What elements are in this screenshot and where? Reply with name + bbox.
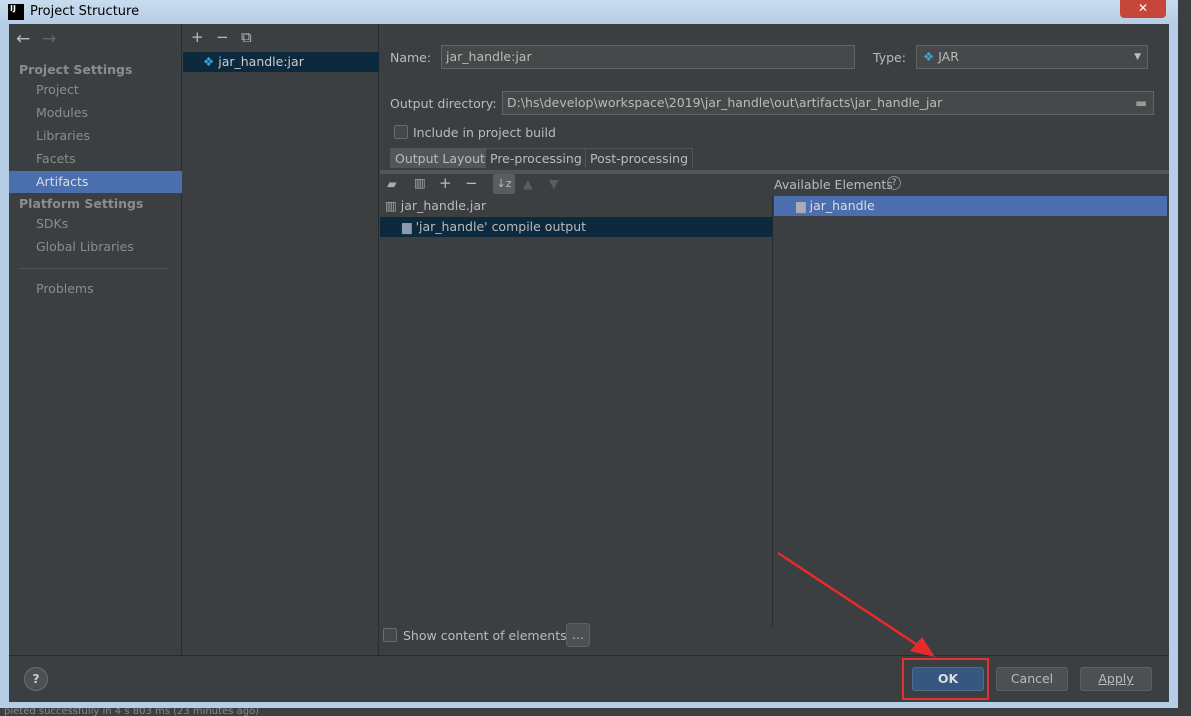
include-in-build-label: Include in project build	[413, 125, 556, 140]
sidebar: ← → Project Settings Project Modules Lib…	[9, 24, 182, 655]
name-label: Name:	[390, 50, 432, 65]
apply-button[interactable]: Apply	[1080, 667, 1152, 691]
sidebar-item-problems[interactable]: Problems	[9, 278, 182, 300]
cancel-button[interactable]: Cancel	[996, 667, 1068, 691]
sidebar-item-artifacts[interactable]: Artifacts	[9, 171, 182, 193]
include-in-build-checkbox[interactable]	[394, 125, 408, 139]
artifact-item[interactable]: ❖ jar_handle:jar	[183, 52, 379, 72]
move-down-icon[interactable]: ▼	[549, 176, 559, 191]
available-item-jar-handle[interactable]: ▆ jar_handle	[774, 196, 1167, 216]
artifacts-panel: + − ⧉ ❖ jar_handle:jar	[183, 24, 379, 655]
back-icon[interactable]: ←	[16, 29, 30, 49]
folder-icon: ▆	[402, 219, 416, 234]
section-platform-settings: Platform Settings	[19, 196, 144, 211]
background-window	[1178, 0, 1191, 716]
type-label: Type:	[873, 50, 906, 65]
sidebar-item-project[interactable]: Project	[9, 79, 182, 101]
close-button[interactable]: ✕	[1120, 0, 1166, 18]
tab-output-layout[interactable]: Output Layout	[390, 148, 490, 168]
new-directory-icon[interactable]: ▰	[387, 176, 397, 191]
title-bar: IJ Project Structure ✕	[0, 0, 1178, 24]
show-content-checkbox[interactable]	[383, 628, 397, 642]
add-copy-icon[interactable]: +	[439, 174, 452, 192]
divider	[19, 268, 167, 269]
add-icon[interactable]: +	[191, 28, 204, 46]
sidebar-item-facets[interactable]: Facets	[9, 148, 182, 170]
remove-icon[interactable]: −	[216, 28, 229, 46]
window-title: Project Structure	[30, 4, 140, 19]
tab-pre-processing[interactable]: Pre-processing	[485, 148, 587, 168]
folder-icon: ▆	[796, 198, 810, 213]
tab-post-processing[interactable]: Post-processing	[585, 148, 694, 168]
name-input[interactable]: jar_handle:jar	[441, 45, 855, 69]
sidebar-item-global-libraries[interactable]: Global Libraries	[9, 236, 182, 258]
sidebar-item-libraries[interactable]: Libraries	[9, 125, 182, 147]
help-circle-icon[interactable]: ?	[887, 176, 901, 190]
sort-icon[interactable]: ↓z	[493, 174, 515, 194]
more-button[interactable]: ...	[566, 623, 590, 647]
status-bar: pleted successfully in 4 s 803 ms (23 mi…	[0, 708, 1191, 716]
jar-icon: ▥	[385, 198, 401, 213]
remove-element-icon[interactable]: −	[465, 174, 478, 192]
forward-icon[interactable]: →	[42, 29, 56, 49]
sidebar-item-sdks[interactable]: SDKs	[9, 213, 182, 235]
jar-icon[interactable]: ▥	[414, 175, 426, 190]
chevron-down-icon: ▼	[1134, 52, 1141, 62]
move-up-icon[interactable]: ▲	[523, 176, 533, 191]
type-select[interactable]: ❖ JAR ▼	[916, 45, 1148, 69]
intellij-icon: IJ	[8, 4, 24, 20]
project-structure-dialog: ← → Project Settings Project Modules Lib…	[9, 24, 1169, 702]
folder-browse-icon[interactable]: ▬	[1135, 92, 1147, 114]
layout-toolbar: ▰ ▥ + − ↓z ▲ ▼ Available Elements ?	[380, 170, 1169, 196]
output-directory-input[interactable]: D:\hs\develop\workspace\2019\jar_handle\…	[502, 91, 1154, 115]
available-elements-label: Available Elements	[774, 177, 893, 192]
show-content-label: Show content of elements	[403, 628, 567, 643]
jar-diamond-icon: ❖	[923, 49, 935, 64]
output-layout-tree: ▥ jar_handle.jar ▆ 'jar_handle' compile …	[380, 196, 773, 626]
artifact-diamond-icon: ❖	[203, 54, 215, 69]
tree-item-compile-output[interactable]: ▆ 'jar_handle' compile output	[380, 217, 773, 237]
help-button[interactable]: ?	[24, 667, 48, 691]
section-project-settings: Project Settings	[19, 62, 133, 77]
tree-item-jar[interactable]: ▥ jar_handle.jar	[380, 196, 773, 216]
divider	[9, 655, 1169, 656]
annotation-arrow	[777, 551, 935, 657]
sidebar-item-modules[interactable]: Modules	[9, 102, 182, 124]
copy-icon[interactable]: ⧉	[241, 28, 252, 46]
output-directory-label: Output directory:	[390, 96, 497, 111]
